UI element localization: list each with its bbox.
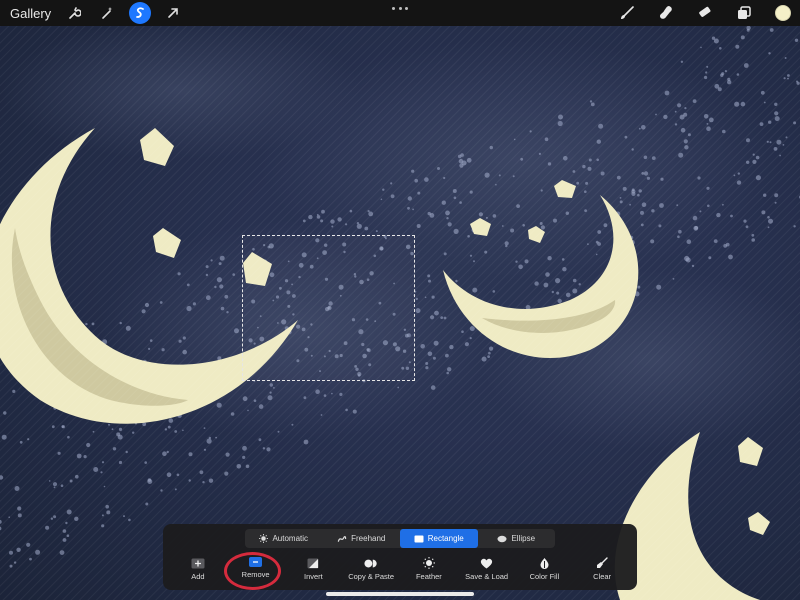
invert-label: Invert bbox=[303, 572, 323, 581]
current-color-swatch bbox=[775, 5, 791, 21]
mode-ellipse-label: Ellipse bbox=[511, 534, 536, 543]
automatic-icon bbox=[259, 534, 269, 543]
invert-button[interactable]: Invert bbox=[285, 557, 341, 581]
more-options-icon[interactable] bbox=[392, 4, 408, 12]
mode-automatic-label: Automatic bbox=[272, 534, 309, 543]
top-toolbar: Gallery bbox=[0, 0, 800, 26]
layers-icon[interactable] bbox=[733, 2, 755, 24]
save-load-icon bbox=[480, 557, 494, 569]
remove-label: Remove bbox=[241, 570, 270, 579]
clear-label: Clear bbox=[593, 572, 612, 581]
color-fill-button[interactable]: Color Fill bbox=[516, 557, 572, 581]
color-fill-icon bbox=[537, 557, 551, 569]
mode-automatic[interactable]: Automatic bbox=[245, 529, 323, 548]
rectangle-icon bbox=[414, 535, 424, 542]
mode-ellipse[interactable]: Ellipse bbox=[478, 529, 556, 548]
clear-button[interactable]: Clear bbox=[574, 557, 630, 581]
feather-label: Feather bbox=[415, 572, 442, 581]
remove-icon bbox=[249, 557, 263, 567]
mode-freehand-label: Freehand bbox=[351, 534, 386, 543]
selection-mode-bar: Automatic Freehand Rectangle Ellipse bbox=[245, 529, 555, 548]
color-fill-label: Color Fill bbox=[529, 572, 560, 581]
add-label: Add bbox=[191, 572, 205, 581]
save-load-label: Save & Load bbox=[465, 572, 509, 581]
save-load-button[interactable]: Save & Load bbox=[459, 557, 515, 581]
add-button[interactable]: Add bbox=[170, 557, 226, 581]
feather-button[interactable]: Feather bbox=[401, 557, 457, 581]
selection-panel: Automatic Freehand Rectangle Ellipse Add… bbox=[163, 524, 637, 590]
brush-icon[interactable] bbox=[616, 2, 638, 24]
ellipse-icon bbox=[497, 535, 507, 542]
mode-rectangle-label: Rectangle bbox=[427, 534, 464, 543]
transform-arrow-icon[interactable] bbox=[162, 2, 184, 24]
invert-icon bbox=[306, 557, 320, 569]
drawing-canvas[interactable] bbox=[0, 0, 800, 600]
copy-paste-icon bbox=[364, 557, 378, 569]
freehand-icon bbox=[337, 536, 347, 542]
copy-paste-label: Copy & Paste bbox=[348, 572, 395, 581]
mode-freehand[interactable]: Freehand bbox=[323, 529, 401, 548]
home-indicator bbox=[326, 592, 474, 596]
mode-rectangle[interactable]: Rectangle bbox=[400, 529, 478, 548]
selection-actions: Add Remove Invert Copy & Paste Feather S… bbox=[163, 557, 637, 587]
remove-button[interactable]: Remove bbox=[228, 557, 284, 579]
eraser-icon[interactable] bbox=[694, 2, 716, 24]
clear-icon bbox=[595, 557, 609, 569]
gallery-button[interactable]: Gallery bbox=[10, 6, 51, 21]
color-picker-button[interactable] bbox=[772, 2, 794, 24]
wrench-icon[interactable] bbox=[63, 2, 85, 24]
feather-icon bbox=[422, 557, 436, 569]
rectangle-selection-marquee[interactable] bbox=[242, 235, 415, 381]
add-icon bbox=[191, 557, 205, 569]
selection-icon[interactable] bbox=[129, 2, 152, 24]
magic-wand-icon[interactable] bbox=[96, 2, 118, 24]
smudge-icon[interactable] bbox=[655, 2, 677, 24]
copy-paste-button[interactable]: Copy & Paste bbox=[343, 557, 399, 581]
